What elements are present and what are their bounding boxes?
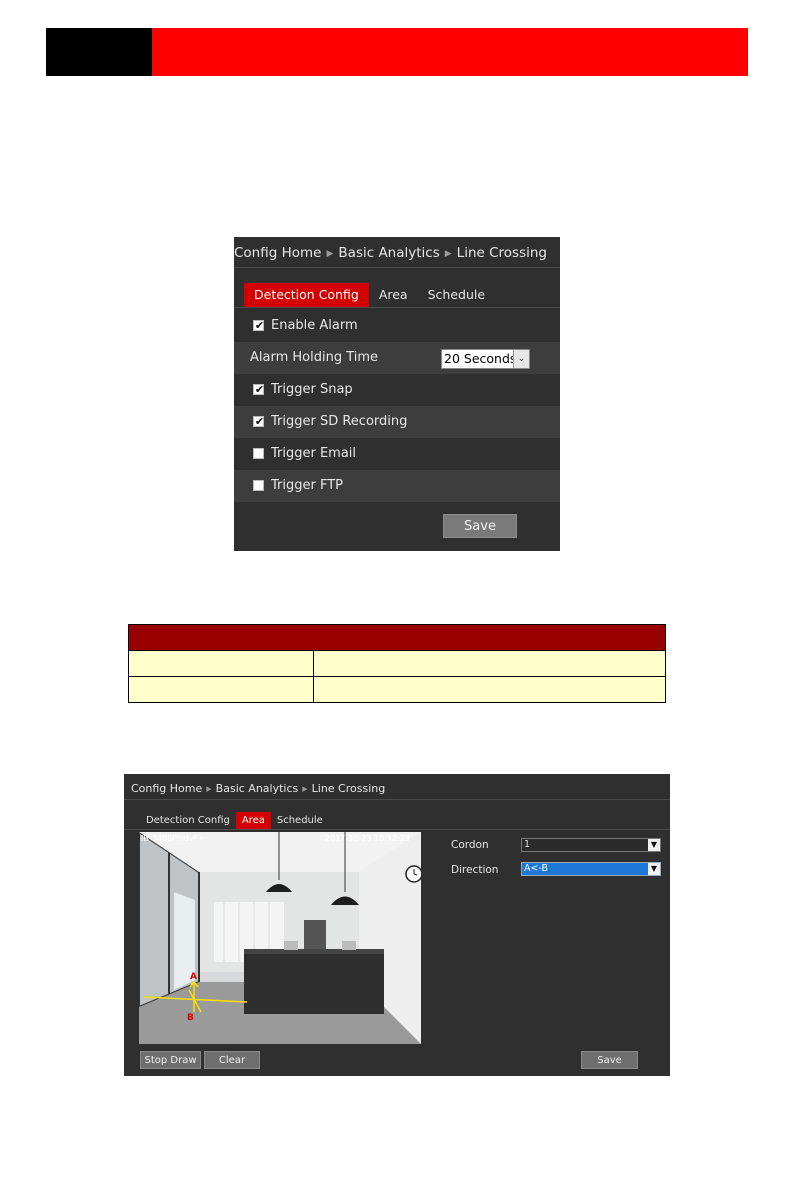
tab-area[interactable]: Area bbox=[235, 812, 271, 829]
trigger-sd-recording-label: Trigger SD Recording bbox=[271, 414, 408, 429]
direction-value: A<-B bbox=[524, 863, 549, 874]
parameter-table bbox=[128, 624, 666, 703]
table-cell bbox=[313, 676, 666, 703]
breadcrumb-line-crossing: Line Crossing bbox=[456, 245, 547, 261]
office-scene-image bbox=[139, 832, 421, 1044]
tab-detection-config[interactable]: Detection Config bbox=[140, 812, 236, 829]
breadcrumb-separator-icon: ▶ bbox=[206, 785, 212, 793]
tab-bar: Detection Config Area Schedule bbox=[244, 283, 495, 307]
direction-select[interactable]: A<-B ▼ bbox=[521, 862, 661, 876]
enable-alarm-row: ✔ Enable Alarm bbox=[234, 310, 560, 342]
trigger-snap-row: ✔ Trigger Snap bbox=[234, 374, 560, 406]
trigger-email-row: Trigger Email bbox=[234, 438, 560, 470]
enable-alarm-checkbox[interactable]: ✔ bbox=[253, 319, 264, 332]
table-header-row bbox=[128, 624, 666, 651]
trigger-sd-recording-checkbox[interactable]: ✔ bbox=[253, 415, 264, 428]
cordon-select[interactable]: 1 ▼ bbox=[521, 838, 661, 852]
timestamp-overlay: 2017-10-23 10:12:23 bbox=[325, 834, 410, 843]
chevron-down-icon[interactable]: ▼ bbox=[648, 839, 660, 851]
trigger-snap-label: Trigger Snap bbox=[271, 382, 353, 397]
tab-schedule[interactable]: Schedule bbox=[271, 812, 329, 829]
breadcrumb-config-home[interactable]: Config Home bbox=[234, 245, 321, 261]
trigger-ftp-label: Trigger FTP bbox=[271, 478, 343, 493]
divider bbox=[124, 829, 670, 830]
breadcrumb-separator-icon: ▶ bbox=[326, 249, 334, 259]
alarm-holding-time-select[interactable]: 20 Seconds ⌄ bbox=[441, 349, 530, 369]
divider bbox=[234, 267, 560, 268]
direction-label: Direction bbox=[451, 864, 499, 876]
header-red-bar bbox=[152, 28, 748, 76]
tab-area[interactable]: Area bbox=[369, 283, 418, 307]
trigger-email-checkbox[interactable] bbox=[253, 448, 264, 459]
trigger-sd-recording-row: ✔ Trigger SD Recording bbox=[234, 406, 560, 438]
stop-draw-button[interactable]: Stop Draw bbox=[140, 1051, 201, 1069]
header-black-block bbox=[46, 28, 152, 76]
breadcrumb-separator-icon: ▶ bbox=[444, 249, 452, 259]
cordon-label: Cordon bbox=[451, 839, 489, 851]
check-icon: ✔ bbox=[254, 415, 265, 428]
chevron-down-icon[interactable]: ⌄ bbox=[513, 350, 529, 368]
tab-schedule[interactable]: Schedule bbox=[418, 283, 495, 307]
enable-alarm-label: Enable Alarm bbox=[271, 318, 358, 333]
cordon-marker-a: A bbox=[190, 972, 197, 982]
alarm-holding-time-row: Alarm Holding Time 20 Seconds ⌄ bbox=[234, 342, 560, 374]
table-cell bbox=[128, 650, 314, 677]
camera-name-overlay: IB-3400P/sdvF+ bbox=[141, 834, 205, 843]
save-button[interactable]: Save bbox=[443, 514, 517, 538]
clear-button[interactable]: Clear bbox=[204, 1051, 260, 1069]
alarm-holding-time-value: 20 Seconds bbox=[444, 351, 517, 366]
breadcrumb-basic-analytics[interactable]: Basic Analytics bbox=[338, 245, 439, 261]
save-button[interactable]: Save bbox=[581, 1051, 638, 1069]
trigger-ftp-checkbox[interactable] bbox=[253, 480, 264, 491]
detection-config-screenshot: Config Home ▶ Basic Analytics ▶ Line Crossin… bbox=[234, 237, 560, 551]
breadcrumb-line-crossing: Line Crossing bbox=[311, 782, 386, 795]
chevron-down-icon[interactable]: ▼ bbox=[648, 863, 660, 875]
table-header-cell bbox=[128, 624, 666, 651]
tab-detection-config[interactable]: Detection Config bbox=[244, 283, 369, 307]
breadcrumb: Config Home ▶ Basic Analytics ▶ Line Crossin… bbox=[131, 782, 385, 795]
divider bbox=[234, 307, 560, 308]
breadcrumb-basic-analytics[interactable]: Basic Analytics bbox=[216, 782, 299, 795]
camera-preview[interactable]: IB-3400P/sdvF+ 2017-10-23 10:12:23 A B bbox=[139, 832, 421, 1044]
area-config-screenshot: Config Home ▶ Basic Analytics ▶ Line Crossin… bbox=[124, 774, 670, 1076]
table-row bbox=[128, 676, 666, 703]
breadcrumb-config-home[interactable]: Config Home bbox=[131, 782, 202, 795]
check-icon: ✔ bbox=[254, 319, 265, 332]
breadcrumb: Config Home ▶ Basic Analytics ▶ Line Crossin… bbox=[234, 245, 547, 265]
cordon-value: 1 bbox=[524, 839, 531, 850]
check-icon: ✔ bbox=[254, 383, 265, 396]
cordon-marker-b: B bbox=[187, 1013, 194, 1023]
table-row bbox=[128, 650, 666, 677]
table-cell bbox=[128, 676, 314, 703]
divider bbox=[124, 799, 670, 800]
breadcrumb-separator-icon: ▶ bbox=[302, 785, 308, 793]
tab-bar: Detection Config Area Schedule bbox=[140, 812, 329, 829]
table-cell bbox=[313, 650, 666, 677]
trigger-email-label: Trigger Email bbox=[271, 446, 357, 461]
trigger-ftp-row: Trigger FTP bbox=[234, 470, 560, 502]
alarm-holding-time-label: Alarm Holding Time bbox=[250, 350, 379, 365]
trigger-snap-checkbox[interactable]: ✔ bbox=[253, 383, 264, 396]
